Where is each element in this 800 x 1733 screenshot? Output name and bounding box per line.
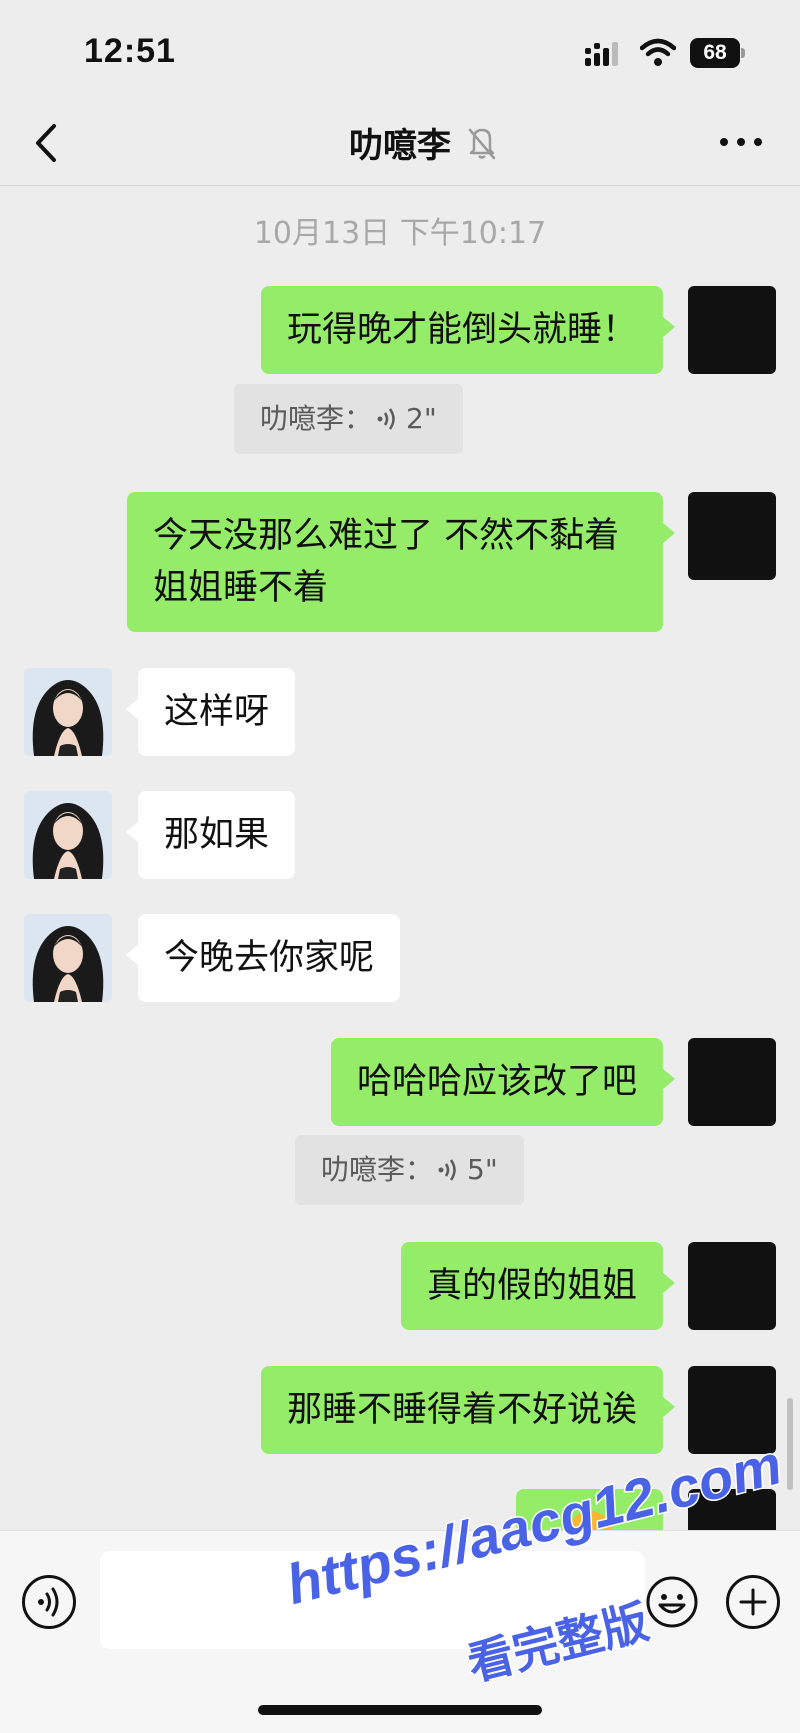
message-bubble-sent[interactable]: 那睡不睡得着不好说诶 (260, 1366, 676, 1454)
message-bubble-sent[interactable]: 今天没那么难过了 不然不黏着姐姐睡不着 (127, 492, 675, 632)
message-bubble-sent-partial[interactable] (516, 1489, 663, 1555)
contact-avatar-image (24, 791, 112, 879)
quoted-voice-message[interactable]: 叻噫李： 5" (295, 1135, 524, 1205)
self-avatar[interactable] (688, 1242, 776, 1330)
message-bubble-received[interactable]: 这样呀 (125, 668, 296, 756)
contact-avatar-image (24, 668, 112, 756)
chat-header: 叻噫李 (0, 100, 800, 186)
battery-level: 68 (690, 38, 740, 68)
emoji-icon[interactable] (645, 1575, 699, 1629)
message-text: 哈哈哈应该改了吧 (356, 1062, 637, 1102)
contact-avatar-image (24, 914, 112, 1002)
self-avatar[interactable] (688, 286, 776, 374)
contact-avatar[interactable] (24, 914, 112, 1002)
message-bubble-sent[interactable]: 哈哈哈应该改了吧 (330, 1038, 676, 1126)
quote-sender: 叻噫李： (321, 1153, 434, 1186)
chat-timestamp: 10月13日 下午10:17 (253, 216, 547, 251)
message-bubble-received[interactable]: 今晚去你家呢 (125, 914, 401, 1002)
message-bubble-received[interactable]: 那如果 (125, 791, 296, 879)
self-avatar[interactable] (688, 1489, 776, 1530)
message-text: 今天没那么难过了 不然不黏着姐姐睡不着 (153, 516, 620, 608)
message-text: 这样呀 (164, 692, 270, 732)
plus-icon (739, 1588, 767, 1616)
quote-sender: 叻噫李： (260, 402, 373, 435)
message-bubble-sent[interactable]: 玩得晚才能倒头就睡！ (260, 286, 676, 374)
wifi-icon (640, 38, 676, 66)
battery-indicator: 68 (690, 38, 746, 68)
mute-bell-icon (468, 128, 496, 160)
voice-wave-icon (377, 408, 395, 430)
home-indicator[interactable] (258, 1705, 542, 1715)
self-avatar[interactable] (688, 492, 776, 580)
voice-icon (38, 1587, 59, 1617)
more-functions-button[interactable] (726, 1575, 780, 1629)
message-bubble-sent[interactable]: 真的假的姐姐 (400, 1242, 676, 1330)
more-options-icon[interactable] (716, 126, 766, 158)
voice-input-button[interactable] (22, 1575, 76, 1629)
battery-tip (741, 48, 745, 58)
status-time: 12:51 (84, 32, 176, 70)
quote-duration: 5" (467, 1153, 498, 1186)
status-bar: 12:51 68 (0, 0, 800, 100)
self-avatar[interactable] (688, 1366, 776, 1454)
message-input[interactable] (100, 1551, 645, 1649)
self-avatar[interactable] (688, 1038, 776, 1126)
contact-avatar[interactable] (24, 791, 112, 879)
quote-duration: 2" (406, 402, 437, 435)
message-text: 真的假的姐姐 (426, 1266, 637, 1306)
voice-wave-icon (438, 1159, 456, 1181)
input-bar (0, 1530, 800, 1733)
contact-avatar[interactable] (24, 668, 112, 756)
emoji-sticker-icon (568, 1511, 612, 1555)
message-text: 那如果 (164, 815, 270, 855)
message-text: 玩得晚才能倒头就睡！ (286, 310, 637, 350)
cellular-signal-icon (585, 42, 618, 66)
chat-scrollbar[interactable] (787, 1398, 793, 1490)
quoted-voice-message[interactable]: 叻噫李： 2" (234, 384, 463, 454)
message-text: 那睡不睡得着不好说诶 (286, 1390, 637, 1430)
message-text: 今晚去你家呢 (164, 938, 375, 978)
chat-title: 叻噫李 (349, 126, 451, 166)
